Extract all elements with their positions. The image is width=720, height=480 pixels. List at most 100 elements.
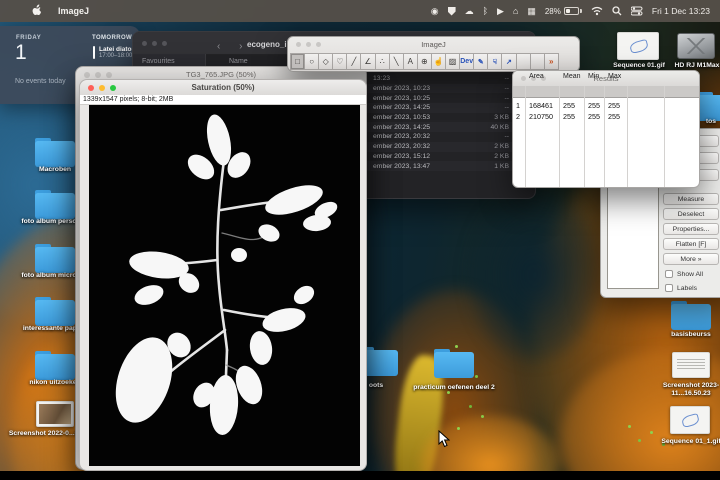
empty-tool-slot[interactable] bbox=[515, 53, 531, 70]
home-icon[interactable]: ⌂ bbox=[513, 6, 518, 16]
labels-checkbox[interactable]: Labels bbox=[665, 284, 697, 292]
play-icon[interactable]: ▶ bbox=[497, 6, 504, 16]
desktop-icon-folder[interactable] bbox=[35, 138, 75, 167]
oval-tool[interactable]: ○ bbox=[304, 53, 320, 70]
minimize-icon[interactable] bbox=[152, 40, 157, 46]
freehand-tool[interactable]: ♡ bbox=[332, 53, 348, 70]
color-picker-tool[interactable]: ▨ bbox=[445, 53, 461, 70]
desktop-icon-folder[interactable] bbox=[35, 297, 75, 326]
desktop-icon-image[interactable] bbox=[617, 32, 659, 60]
brush-tool[interactable]: ✎ bbox=[473, 53, 489, 70]
flatten-button[interactable]: Flatten [F] bbox=[663, 238, 719, 250]
desktop-icon-drive[interactable] bbox=[677, 33, 715, 59]
desktop-icon-label[interactable]: HD RJ M1Max bbox=[660, 62, 720, 70]
column-divider bbox=[604, 86, 605, 187]
image-canvas[interactable] bbox=[89, 105, 360, 466]
text-tool[interactable]: A bbox=[402, 53, 418, 70]
imagej-toolbar-window[interactable]: ImageJ □ ○ ◇ ♡ ╱ ∠ ∴ ╲ A ⊕ ☝ ▨ Dev ✎ ☟ ↗… bbox=[287, 36, 580, 72]
close-icon[interactable] bbox=[88, 84, 94, 91]
image-thumbnail-icon bbox=[617, 32, 659, 60]
wand-tool[interactable]: ╲ bbox=[388, 53, 404, 70]
column-header[interactable]: Max bbox=[608, 73, 621, 80]
polygon-tool[interactable]: ◇ bbox=[318, 53, 334, 70]
min-value: 255 bbox=[588, 101, 600, 110]
menu-clock[interactable]: Fri 1 Dec 13:23 bbox=[652, 6, 710, 16]
calendar-day-number: 1 bbox=[15, 41, 27, 64]
show-all-checkbox[interactable]: Show All bbox=[665, 270, 703, 278]
bluetooth-icon[interactable]: ᛒ bbox=[483, 6, 488, 16]
window-titlebar[interactable]: Saturation (50%) bbox=[80, 80, 366, 95]
image-thumbnail-icon bbox=[672, 352, 710, 378]
point-tool[interactable]: ∴ bbox=[374, 53, 390, 70]
calendar-no-events: No events today bbox=[15, 78, 66, 85]
fill-tool[interactable]: ☟ bbox=[487, 53, 503, 70]
zoom-window-icon[interactable] bbox=[316, 42, 321, 47]
rectangle-tool[interactable]: □ bbox=[290, 53, 306, 70]
file-size: 40 KB bbox=[490, 123, 509, 131]
desktop-icon-label[interactable]: Screenshot 2023-11...16.50.23 bbox=[650, 382, 720, 398]
zoom-window-icon[interactable] bbox=[110, 84, 116, 91]
desktop-icon-folder[interactable] bbox=[35, 190, 75, 219]
arrow-tool[interactable]: ↗ bbox=[501, 53, 517, 70]
desktop-icon-folder[interactable] bbox=[434, 349, 478, 378]
zoom-tool[interactable]: ⊕ bbox=[416, 53, 432, 70]
apple-menu[interactable] bbox=[32, 2, 42, 20]
column-header[interactable]: Min bbox=[588, 73, 599, 80]
desktop-icon-image[interactable] bbox=[672, 352, 710, 378]
desktop-icon-label[interactable]: basisbeurss bbox=[654, 331, 720, 339]
wifi-icon[interactable] bbox=[591, 6, 603, 16]
record-icon[interactable]: ◉ bbox=[431, 6, 439, 16]
saturation-image-window[interactable]: Saturation (50%) 1339x1547 pixels; 8-bit… bbox=[79, 79, 367, 471]
minimize-icon[interactable] bbox=[99, 84, 105, 91]
desktop-icon-folder[interactable] bbox=[671, 301, 711, 330]
deselect-button[interactable]: Deselect bbox=[663, 208, 719, 220]
column-header[interactable]: Mean bbox=[563, 73, 581, 80]
checkbox-icon[interactable] bbox=[665, 270, 673, 278]
folder-icon bbox=[35, 351, 75, 380]
close-icon[interactable] bbox=[296, 42, 301, 47]
control-center-icon[interactable] bbox=[630, 6, 643, 16]
minimize-icon[interactable] bbox=[95, 71, 101, 78]
shield-icon[interactable] bbox=[447, 6, 456, 16]
more-button[interactable]: More » bbox=[663, 253, 719, 265]
apple-logo-icon bbox=[32, 4, 41, 15]
menu-app-name[interactable]: ImageJ bbox=[58, 6, 89, 16]
desktop-icon-folder[interactable] bbox=[697, 92, 720, 121]
zoom-window-icon[interactable] bbox=[106, 71, 112, 78]
area-value: 210750 bbox=[529, 112, 553, 121]
desktop-icon-image[interactable] bbox=[36, 401, 74, 427]
desktop-icon-folder[interactable] bbox=[35, 351, 75, 380]
name-column-header[interactable]: Name bbox=[229, 58, 248, 65]
measure-button[interactable]: Measure bbox=[663, 193, 719, 205]
toolbar-titlebar[interactable]: ImageJ bbox=[288, 37, 579, 52]
close-icon[interactable] bbox=[521, 76, 526, 81]
desktop-icon-label[interactable]: tos bbox=[698, 118, 720, 126]
empty-tool-slot[interactable] bbox=[529, 53, 545, 70]
results-window[interactable]: Results Area Mean Min Max 1 168461 255 2… bbox=[512, 70, 700, 188]
desktop-icon-image[interactable] bbox=[670, 406, 710, 434]
checkbox-icon[interactable] bbox=[665, 284, 673, 292]
minimize-icon[interactable] bbox=[306, 42, 311, 47]
dev-menu-tool[interactable]: Dev bbox=[459, 53, 475, 70]
properties-button[interactable]: Properties... bbox=[663, 223, 719, 235]
hand-tool[interactable]: ☝ bbox=[430, 53, 447, 70]
desktop-icon-label[interactable]: Sequence 01_1.gif bbox=[650, 438, 720, 446]
row-number: 1 bbox=[516, 101, 520, 110]
back-forward-arrows[interactable]: ‹ › bbox=[217, 41, 250, 52]
column-header[interactable]: Area bbox=[529, 73, 544, 80]
spotlight-search-icon[interactable] bbox=[612, 6, 622, 16]
image-info-text: 1339x1547 pixels; 8-bit; 2MB bbox=[83, 96, 174, 103]
close-icon[interactable] bbox=[142, 40, 147, 46]
desktop-icon-folder[interactable] bbox=[35, 244, 75, 273]
angle-tool[interactable]: ∠ bbox=[360, 53, 376, 70]
close-icon[interactable] bbox=[84, 71, 90, 78]
cloud-icon[interactable]: ☁ bbox=[465, 6, 474, 16]
column-divider bbox=[664, 86, 665, 187]
desktop-icon-label[interactable]: practicum oefenen deel 2 bbox=[408, 384, 500, 392]
line-tool[interactable]: ╱ bbox=[346, 53, 362, 70]
zoom-window-icon[interactable] bbox=[162, 40, 167, 46]
calendar-tomorrow-label: TOMORROW bbox=[92, 35, 133, 41]
keyboard-icon[interactable]: ▦ bbox=[527, 6, 536, 16]
more-tools-button[interactable]: » bbox=[543, 53, 559, 70]
battery-indicator[interactable]: 28% bbox=[545, 7, 582, 16]
